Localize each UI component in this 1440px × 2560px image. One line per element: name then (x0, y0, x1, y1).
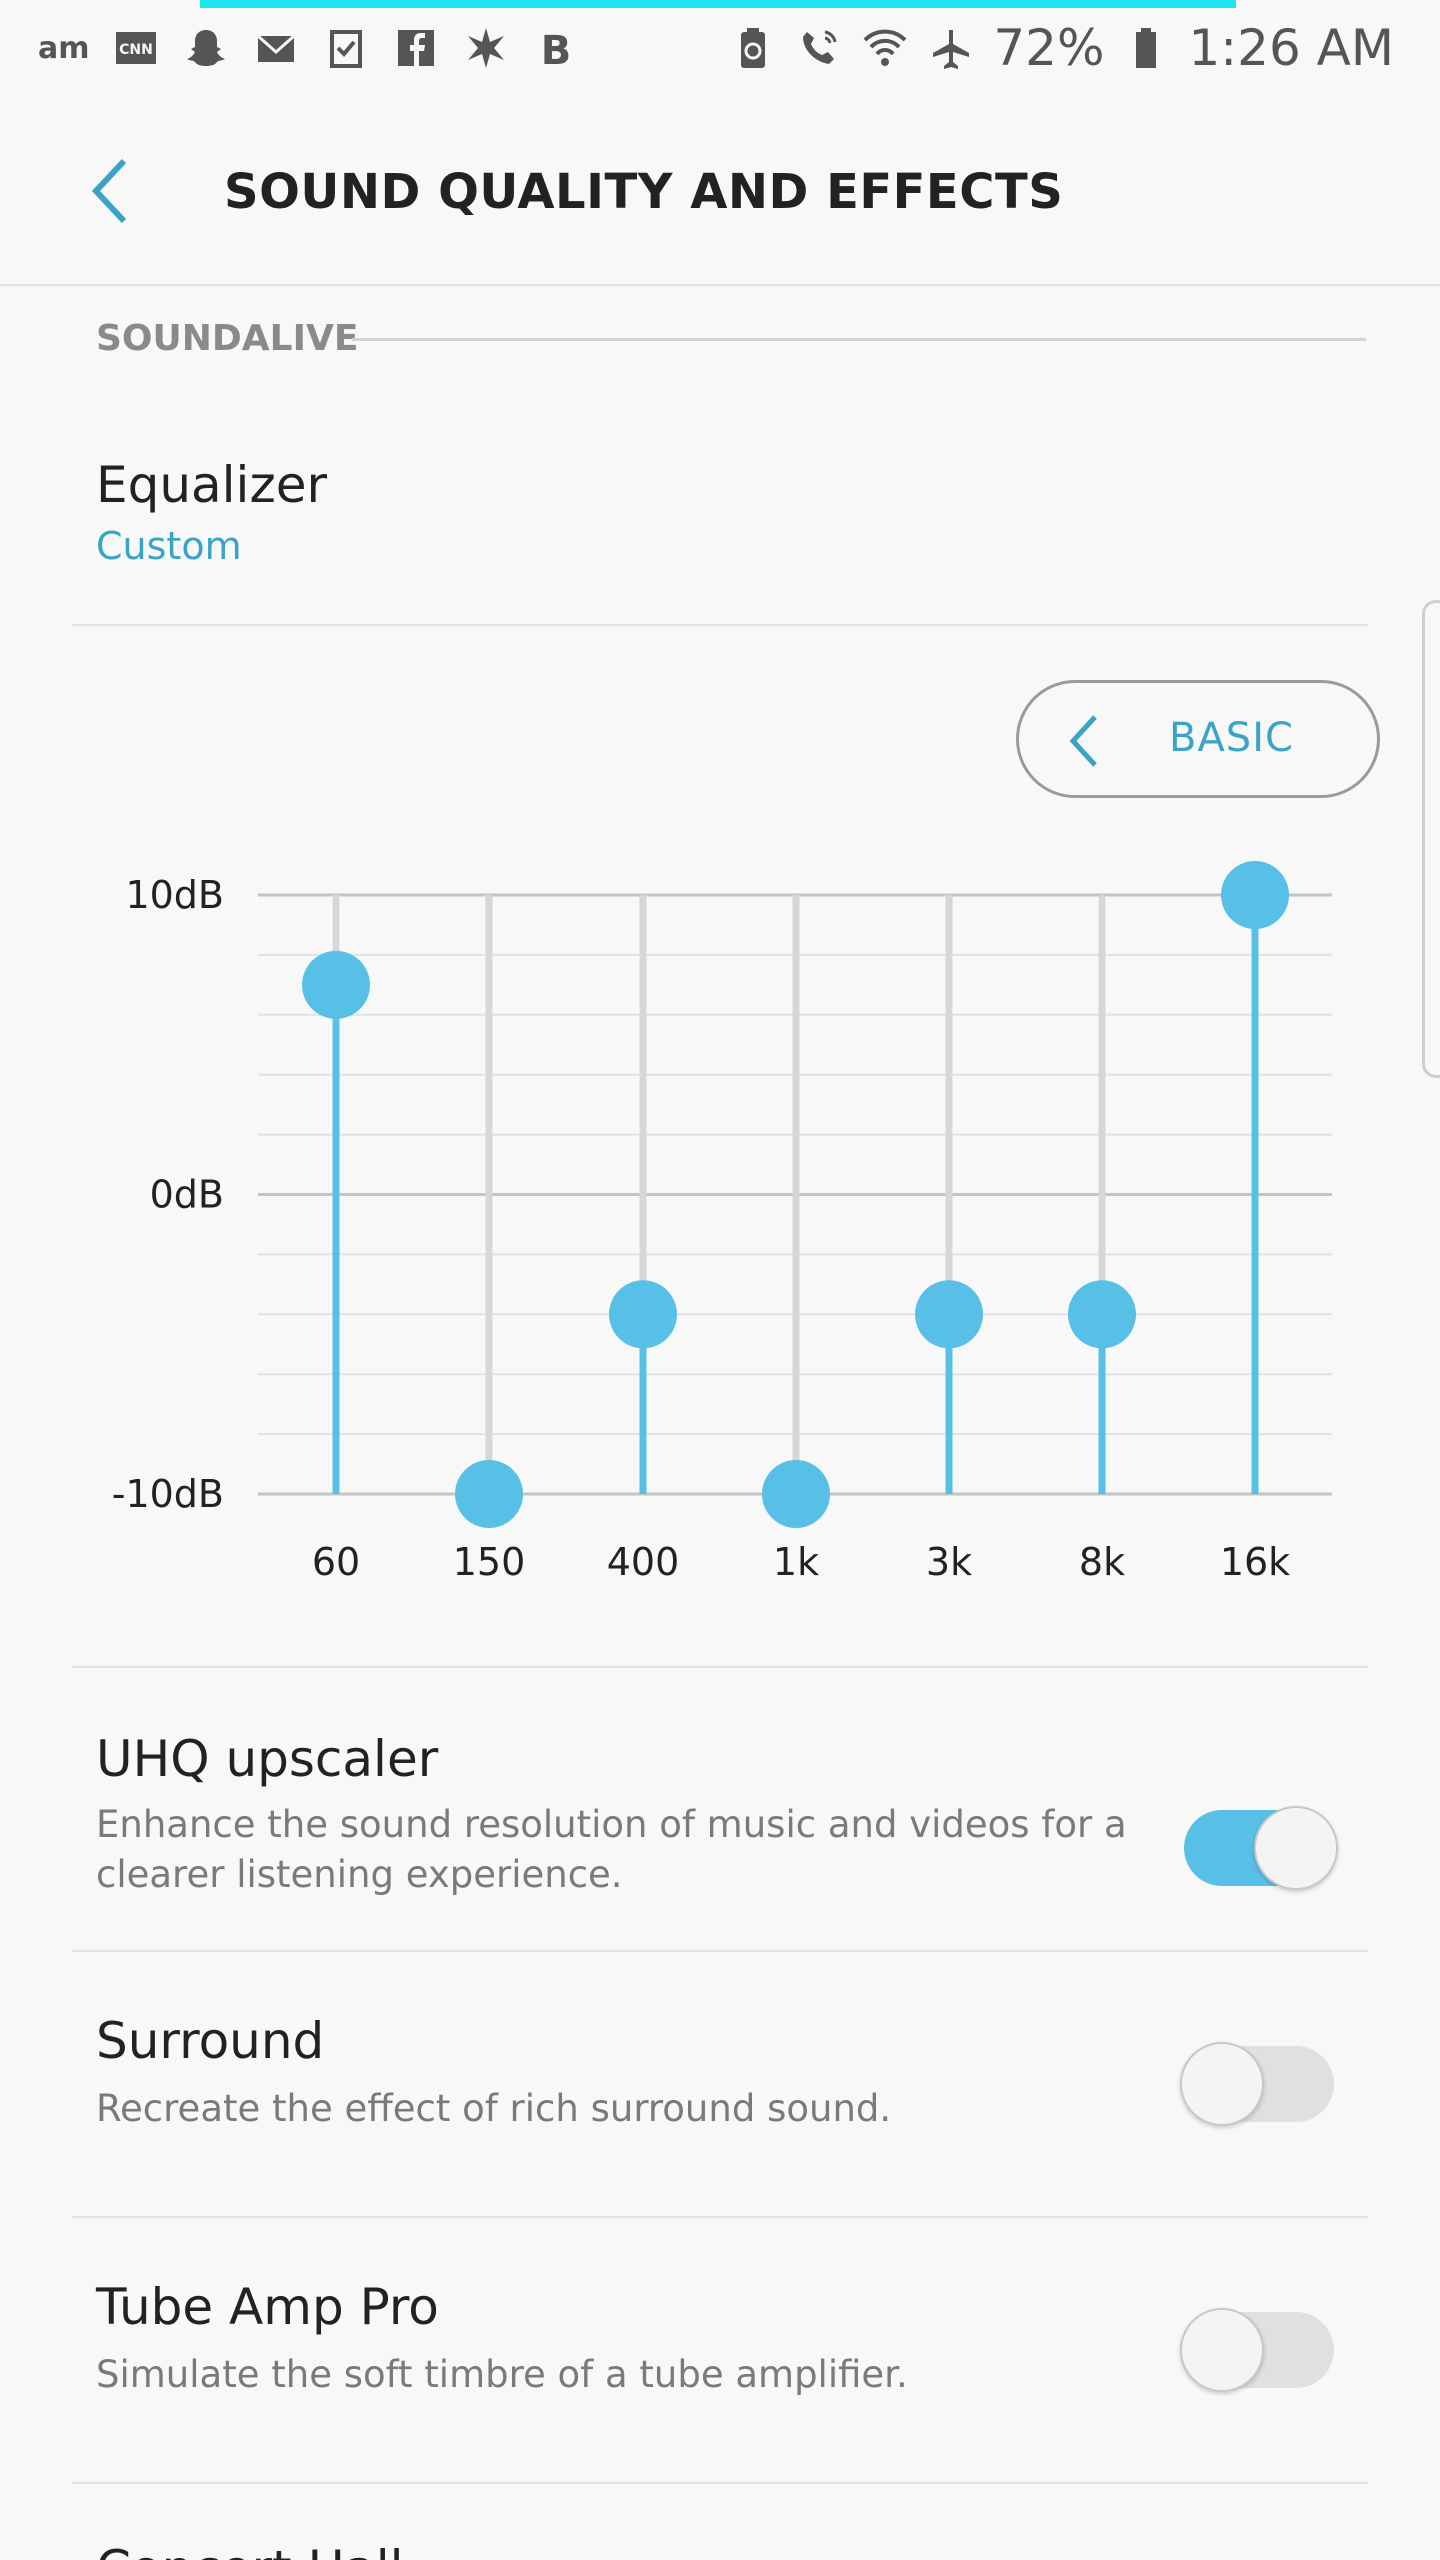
toggle-knob (1180, 2308, 1264, 2392)
concert-hall-title-partial: Concert Hall (96, 2540, 404, 2560)
eq-slider-knob[interactable] (455, 1460, 523, 1528)
eq-slider-knob[interactable] (302, 951, 370, 1019)
frequency-label: 3k (926, 1540, 972, 1584)
surround-description: Recreate the effect of rich surround sou… (96, 2084, 1146, 2134)
frequency-label: 8k (1079, 1540, 1125, 1584)
setting-row-tube-amp-pro[interactable]: Tube Amp Pro Simulate the soft timbre of… (72, 2218, 1368, 2484)
frequency-label: 400 (607, 1540, 680, 1584)
eq-slider-knob[interactable] (609, 1280, 677, 1348)
chevron-left-icon (1065, 713, 1105, 769)
basic-mode-label: BASIC (1169, 715, 1294, 761)
eq-slider-knob[interactable] (1221, 861, 1289, 929)
setting-row-uhq-upscaler[interactable]: UHQ upscaler Enhance the sound resolutio… (72, 1700, 1368, 1952)
eq-slider-knob[interactable] (1068, 1280, 1136, 1348)
db-axis-label: 10dB (125, 873, 224, 917)
basic-mode-button[interactable]: BASIC (1016, 680, 1380, 798)
frequency-label: 1k (773, 1540, 819, 1584)
tube-amp-pro-title: Tube Amp Pro (96, 2278, 439, 2336)
equalizer-divider (72, 1666, 1368, 1668)
eq-slider-knob[interactable] (915, 1280, 983, 1348)
uhq-upscaler-title: UHQ upscaler (96, 1730, 438, 1788)
toggle-knob (1254, 1806, 1338, 1890)
uhq-upscaler-description: Enhance the sound resolution of music an… (96, 1800, 1146, 1900)
db-axis-label: -10dB (112, 1472, 224, 1516)
equalizer-chart: 10dB 0dB -10dB 60 150 400 1k 3k 8k 16k (0, 0, 1440, 1680)
surround-title: Surround (96, 2012, 324, 2070)
uhq-upscaler-toggle[interactable] (1184, 1810, 1334, 1886)
setting-row-surround[interactable]: Surround Recreate the effect of rich sur… (72, 1952, 1368, 2218)
eq-slider-knob[interactable] (762, 1460, 830, 1528)
db-axis-label: 0dB (150, 1173, 224, 1217)
edge-panel-handle[interactable] (1422, 600, 1440, 1078)
tube-amp-pro-toggle[interactable] (1184, 2312, 1334, 2388)
tube-amp-pro-description: Simulate the soft timbre of a tube ampli… (96, 2350, 1146, 2400)
surround-toggle[interactable] (1184, 2046, 1334, 2122)
toggle-knob (1180, 2042, 1264, 2126)
frequency-label: 16k (1220, 1540, 1290, 1584)
frequency-label: 150 (453, 1540, 526, 1584)
frequency-label: 60 (312, 1540, 360, 1584)
